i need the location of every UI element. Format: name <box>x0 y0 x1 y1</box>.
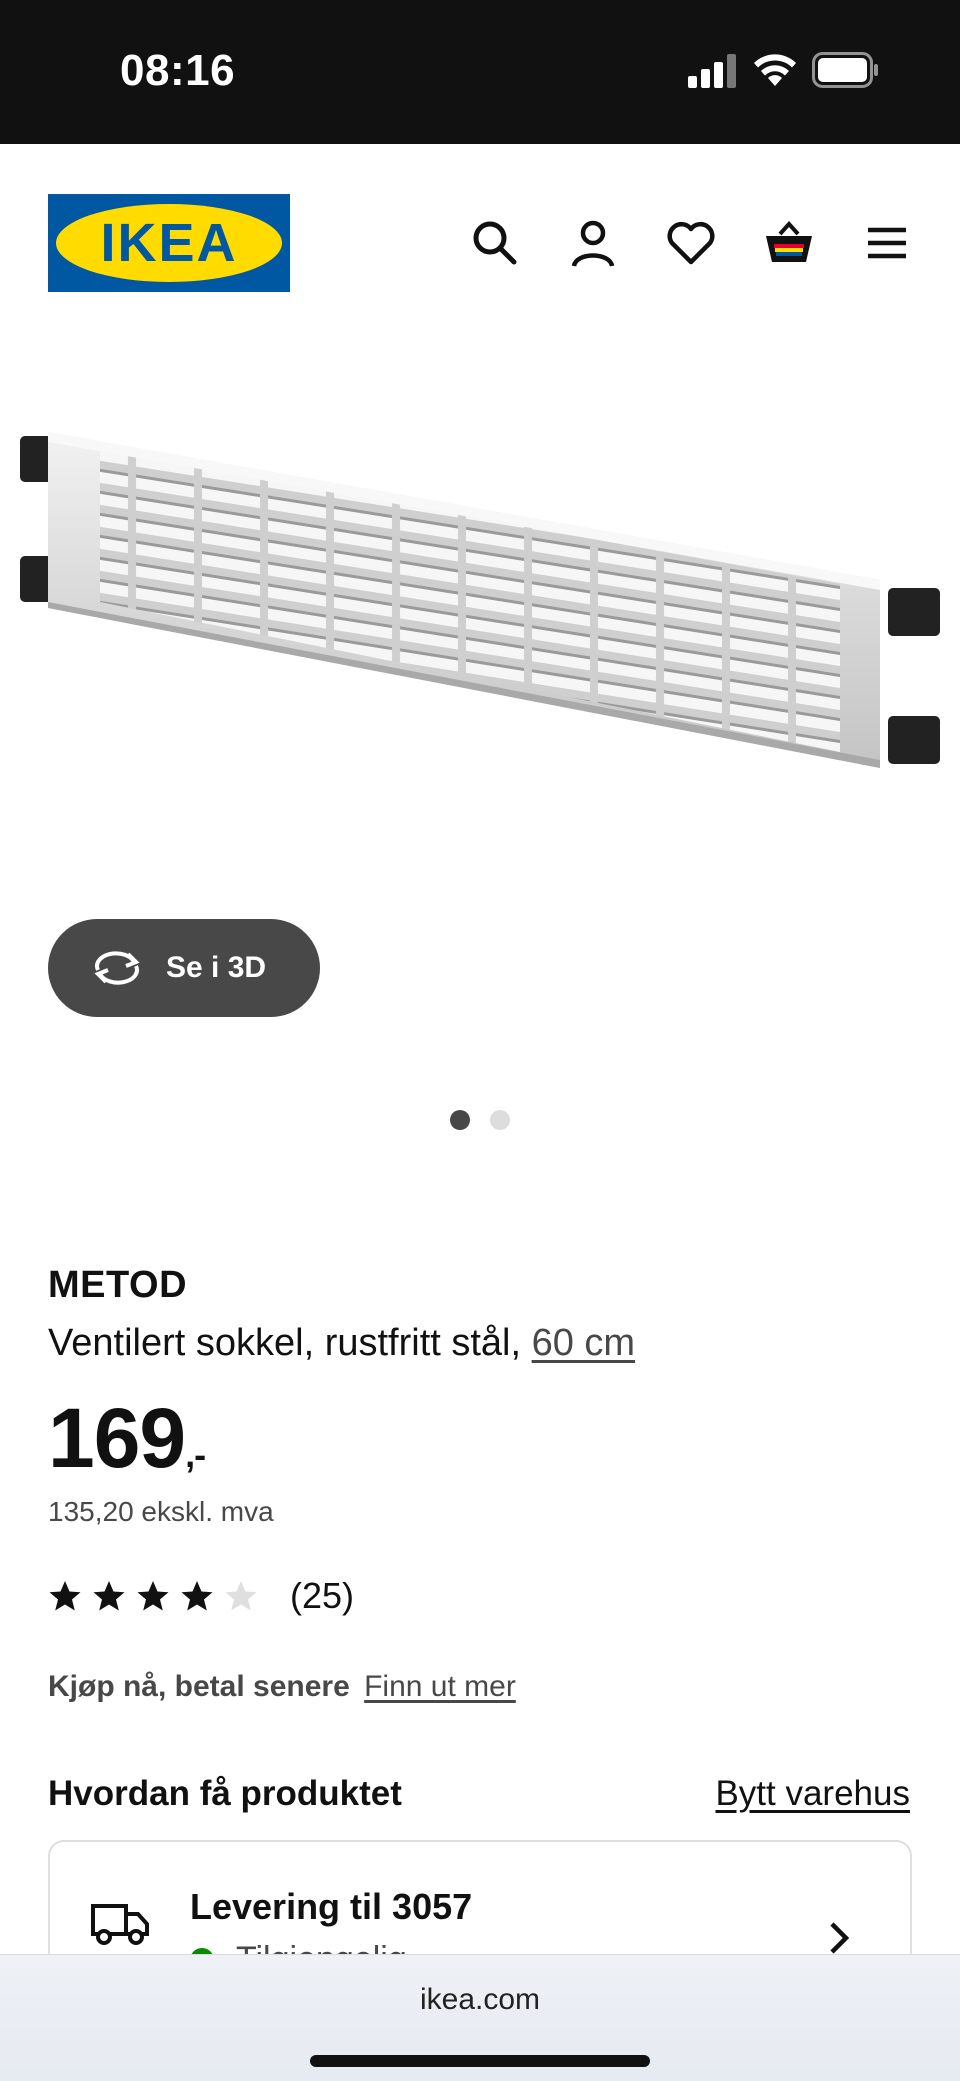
change-store-link[interactable]: Bytt varehus <box>715 1774 910 1814</box>
product-description-text: Ventilert sokkel, rustfritt stål, <box>48 1322 532 1364</box>
ventilated-plinth-picture <box>20 432 940 768</box>
product-image[interactable] <box>0 340 960 960</box>
cellular-signal-icon <box>688 54 736 88</box>
carousel-dot-1[interactable] <box>450 1110 470 1130</box>
delivery-section-title: Hvordan få produktet <box>48 1774 402 1813</box>
delivery-card-title: Levering til 3057 <box>190 1886 473 1927</box>
view-3d-button[interactable]: Se i 3D <box>48 919 320 1017</box>
star-filled-icon <box>49 1581 81 1611</box>
rating[interactable]: (25) <box>48 1575 354 1617</box>
rotate-3d-icon <box>94 951 140 985</box>
price-value: 169 <box>48 1391 186 1485</box>
browser-url-bar[interactable]: ikea.com <box>0 1954 960 2081</box>
pay-later: Kjøp nå, betal senere Finn ut mer <box>48 1670 516 1704</box>
status-bar: 08:16 <box>0 0 960 144</box>
view-3d-label: Se i 3D <box>166 951 267 984</box>
star-filled-icon <box>137 1581 169 1611</box>
menu-icon[interactable] <box>860 216 914 270</box>
cart-icon[interactable] <box>762 216 816 270</box>
home-indicator[interactable] <box>310 2055 650 2067</box>
wifi-icon <box>754 54 796 86</box>
product-brand: METOD <box>48 1264 188 1306</box>
star-filled-icon <box>181 1581 213 1611</box>
search-icon[interactable] <box>468 216 522 270</box>
star-empty-icon <box>225 1581 257 1611</box>
carousel-dot-2[interactable] <box>490 1110 510 1130</box>
heart-icon[interactable] <box>664 216 718 270</box>
rating-count: (25) <box>290 1575 355 1616</box>
product-price: 169,- <box>48 1390 206 1487</box>
logo-text: IKEA <box>100 213 238 273</box>
pay-later-link[interactable]: Finn ut mer <box>364 1670 516 1703</box>
size-link[interactable]: 60 cm <box>532 1322 635 1364</box>
chevron-right-icon <box>830 1922 850 1954</box>
truck-icon <box>91 1904 149 1945</box>
carousel-dots <box>450 1110 510 1130</box>
browser-url[interactable]: ikea.com <box>0 1983 960 2017</box>
star-filled-icon <box>93 1581 125 1611</box>
profile-icon[interactable] <box>566 216 620 270</box>
ikea-logo[interactable]: IKEA <box>48 194 290 292</box>
pay-later-label: Kjøp nå, betal senere <box>48 1670 350 1703</box>
price-excl-vat: 135,20 ekskl. mva <box>48 1496 274 1527</box>
status-time: 08:16 <box>120 46 236 95</box>
site-header: IKEA <box>0 144 960 340</box>
battery-icon <box>812 52 878 88</box>
price-suffix: ,- <box>185 1434 206 1475</box>
product-description: Ventilert sokkel, rustfritt stål, 60 cm <box>48 1322 635 1365</box>
